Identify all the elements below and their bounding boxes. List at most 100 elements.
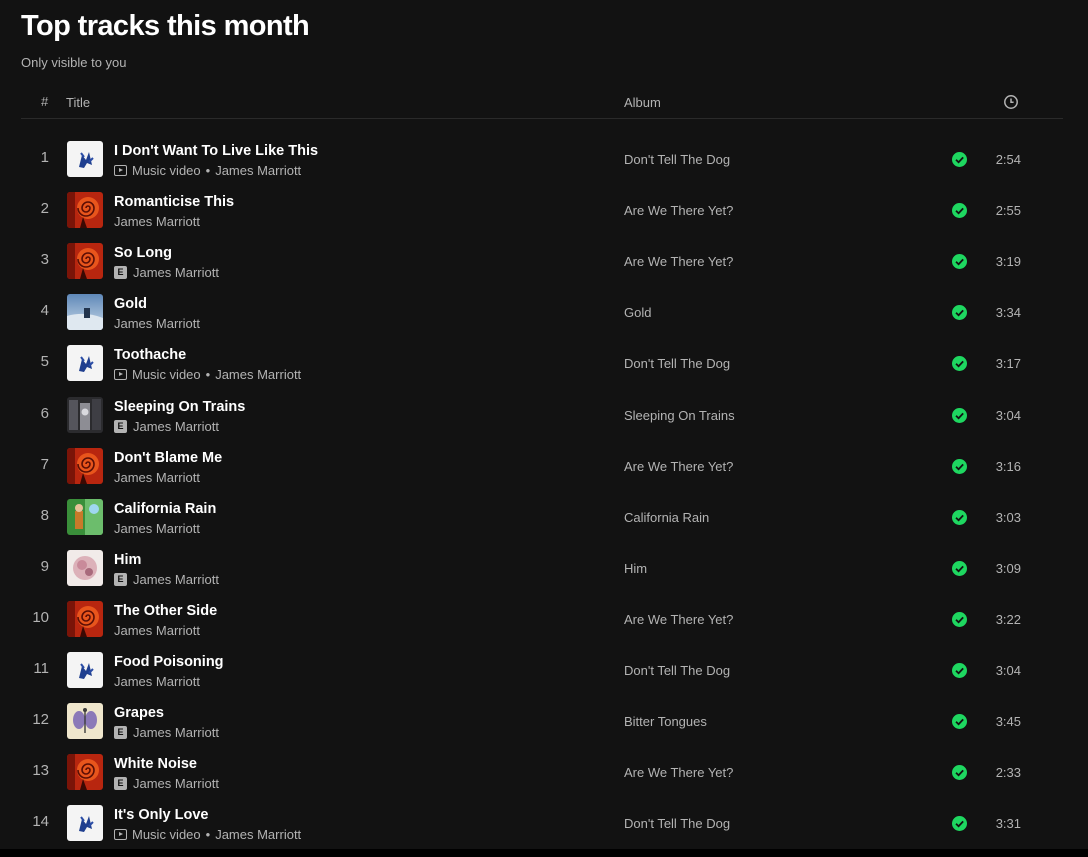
track-duration: 3:03 — [995, 509, 1021, 525]
saved-check-icon[interactable] — [952, 560, 967, 576]
artist-link[interactable]: James Marriott — [114, 623, 200, 638]
header-album[interactable]: Album — [624, 95, 661, 110]
album-link[interactable]: Don't Tell The Dog — [624, 356, 730, 371]
track-title[interactable]: It's Only Love — [114, 807, 209, 823]
album-link[interactable]: Are We There Yet? — [624, 254, 733, 269]
track-title[interactable]: Toothache — [114, 347, 186, 363]
album-art[interactable] — [67, 549, 103, 586]
artist-link[interactable]: James Marriott — [114, 316, 200, 331]
saved-check-icon[interactable] — [952, 714, 967, 730]
saved-check-icon[interactable] — [952, 611, 967, 627]
saved-check-icon[interactable] — [952, 254, 967, 270]
artist-link[interactable]: James Marriott — [215, 367, 301, 382]
artist-link[interactable]: James Marriott — [215, 827, 301, 842]
saved-check-icon[interactable] — [952, 152, 967, 167]
album-art[interactable] — [67, 243, 103, 280]
track-row[interactable]: 8 California Rain James Marriott California… — [21, 492, 1063, 543]
track-row[interactable]: 11 Food Poisoning James Marriott Don't Tell… — [21, 645, 1063, 696]
track-title[interactable]: White Noise — [114, 756, 197, 772]
header-title[interactable]: Title — [66, 95, 90, 110]
album-link[interactable]: Are We There Yet? — [624, 612, 733, 627]
artist-link[interactable]: James Marriott — [133, 419, 219, 434]
saved-check-icon[interactable] — [952, 509, 967, 525]
saved-check-icon[interactable] — [952, 356, 967, 372]
track-row[interactable]: 3 So Long E James Marriott Are We There Yet?… — [21, 236, 1063, 287]
track-row[interactable]: 14 It's Only Love Music video • James Marrio… — [21, 798, 1063, 849]
album-art[interactable] — [67, 141, 103, 177]
album-art[interactable] — [67, 396, 103, 433]
track-subline: E James Marriott — [114, 419, 219, 434]
track-title[interactable]: Sleeping On Trains — [114, 399, 245, 415]
saved-check-icon[interactable] — [952, 816, 967, 832]
album-art[interactable] — [67, 600, 103, 637]
track-row[interactable]: 6 Sleeping On Trains E James Marriott Sleepi… — [21, 390, 1063, 441]
artist-link[interactable]: James Marriott — [114, 470, 200, 485]
track-subline: James Marriott — [114, 674, 200, 689]
saved-check-icon[interactable] — [952, 305, 967, 321]
track-row[interactable]: 2 Romanticise This James Marriott Are We Th… — [21, 185, 1063, 236]
track-title[interactable]: Grapes — [114, 705, 164, 721]
track-title[interactable]: The Other Side — [114, 603, 217, 619]
track-title[interactable]: I Don't Want To Live Like This — [114, 143, 318, 159]
artist-link[interactable]: James Marriott — [215, 163, 301, 178]
track-row[interactable]: 4 Gold James Marriott Gold 3:34 — [21, 287, 1063, 338]
album-link[interactable]: Don't Tell The Dog — [624, 663, 730, 678]
music-video-label: Music video — [132, 827, 201, 843]
track-row[interactable]: 1 I Don't Want To Live Like This Music vid… — [21, 134, 1063, 185]
saved-check-icon[interactable] — [952, 663, 967, 678]
album-art[interactable] — [67, 652, 103, 688]
saved-check-icon[interactable] — [952, 407, 967, 423]
track-duration: 3:34 — [995, 305, 1021, 321]
track-subline: Music video • James Marriott — [114, 367, 301, 382]
track-title[interactable]: So Long — [114, 245, 172, 261]
track-row[interactable]: 10 The Other Side James Marriott Are We The… — [21, 594, 1063, 645]
saved-check-icon[interactable] — [952, 458, 967, 474]
track-subline: James Marriott — [114, 470, 200, 485]
track-row[interactable]: 7 Don't Blame Me James Marriott Are We Ther… — [21, 441, 1063, 492]
album-link[interactable]: Are We There Yet? — [624, 765, 733, 780]
album-link[interactable]: Sleeping On Trains — [624, 408, 735, 423]
album-art[interactable] — [67, 805, 103, 842]
artist-link[interactable]: James Marriott — [114, 674, 200, 689]
clock-icon[interactable] — [1003, 94, 1019, 110]
album-art[interactable] — [67, 447, 103, 484]
bottom-edge — [0, 849, 1088, 857]
album-art[interactable] — [67, 294, 103, 331]
track-row[interactable]: 9 Him E James Marriott Him 3:09 — [21, 543, 1063, 594]
album-art[interactable] — [67, 754, 103, 791]
separator-dot: • — [205, 367, 211, 383]
artist-link[interactable]: James Marriott — [133, 572, 219, 587]
artist-link[interactable]: James Marriott — [114, 521, 200, 536]
album-art[interactable] — [67, 498, 103, 535]
track-subline: Music video • James Marriott — [114, 827, 301, 842]
album-link[interactable]: Him — [624, 561, 647, 576]
artist-link[interactable]: James Marriott — [133, 776, 219, 791]
track-title[interactable]: Him — [114, 552, 141, 568]
track-title[interactable]: Don't Blame Me — [114, 450, 222, 466]
track-title[interactable]: Gold — [114, 296, 147, 312]
saved-check-icon[interactable] — [952, 765, 967, 781]
artist-link[interactable]: James Marriott — [114, 214, 200, 229]
saved-check-icon[interactable] — [952, 203, 967, 219]
album-link[interactable]: Gold — [624, 305, 651, 320]
album-art[interactable] — [67, 345, 103, 382]
artist-link[interactable]: James Marriott — [133, 265, 219, 280]
track-row[interactable]: 13 White Noise E James Marriott Are We There… — [21, 747, 1063, 798]
artist-link[interactable]: James Marriott — [133, 725, 219, 740]
track-duration: 3:09 — [995, 560, 1021, 576]
album-link[interactable]: Bitter Tongues — [624, 714, 707, 729]
album-link[interactable]: Don't Tell The Dog — [624, 816, 730, 831]
album-link[interactable]: California Rain — [624, 510, 709, 525]
album-link[interactable]: Are We There Yet? — [624, 459, 733, 474]
track-title[interactable]: California Rain — [114, 501, 216, 517]
album-link[interactable]: Are We There Yet? — [624, 203, 733, 218]
album-art[interactable] — [67, 192, 103, 229]
track-row[interactable]: 5 Toothache Music video • James Marriott Don'… — [21, 338, 1063, 389]
track-duration: 3:19 — [995, 254, 1021, 270]
track-title[interactable]: Romanticise This — [114, 194, 234, 210]
album-link[interactable]: Don't Tell The Dog — [624, 152, 730, 167]
track-subline: Music video • James Marriott — [114, 163, 301, 178]
track-title[interactable]: Food Poisoning — [114, 654, 224, 670]
track-row[interactable]: 12 Grapes E James Marriott Bitter Tongues 3:4… — [21, 696, 1063, 747]
album-art[interactable] — [67, 703, 103, 740]
